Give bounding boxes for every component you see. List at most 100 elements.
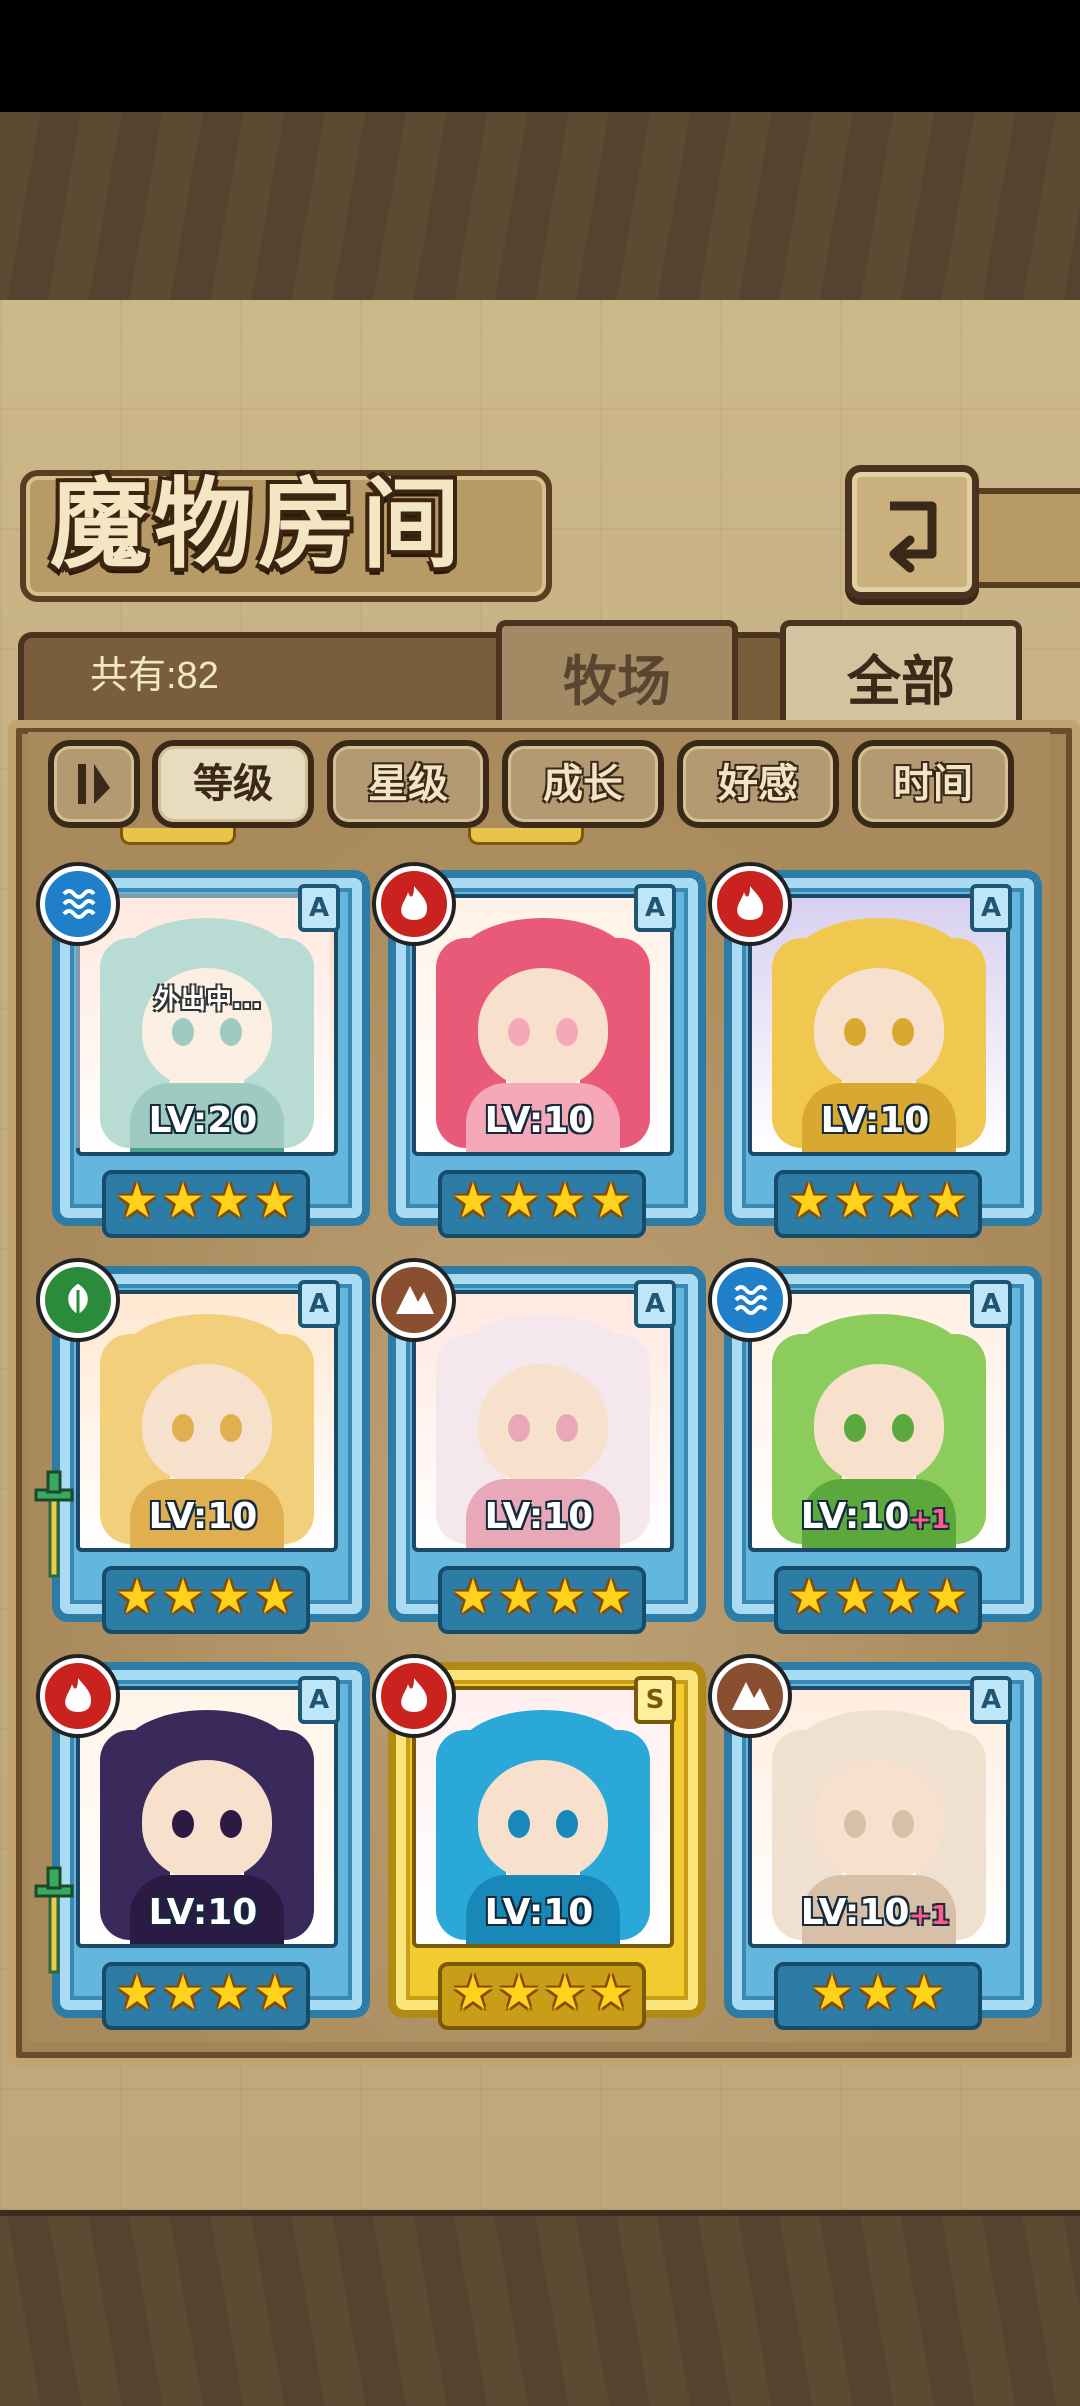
star-rating: ★ ★ ★ ★ — [102, 1566, 310, 1634]
star-icon: ★ — [451, 1173, 495, 1229]
star-icon: ★ — [451, 1569, 495, 1625]
previous-row-peek — [120, 828, 236, 845]
star-icon: ★ — [925, 1569, 969, 1625]
star-icon: ★ — [161, 1965, 205, 2021]
filter-star[interactable]: 星级 — [327, 740, 489, 828]
star-rating: ★ ★ ★ ★ — [438, 1170, 646, 1238]
star-icon: ★ — [543, 1965, 587, 2021]
water-element-icon — [40, 866, 116, 942]
level-bonus: +1 — [909, 1505, 950, 1535]
star-icon: ★ — [810, 1965, 854, 2021]
monster-level: LV:10 — [420, 1892, 658, 1933]
star-icon: ★ — [856, 1965, 900, 2021]
back-arrow-icon — [889, 501, 937, 573]
star-icon: ★ — [543, 1173, 587, 1229]
star-icon: ★ — [115, 1569, 159, 1625]
monster-card[interactable]: LV:10 S ★ ★ ★ ★ — [376, 1658, 706, 2040]
sword-icon — [34, 1466, 74, 1586]
star-icon: ★ — [589, 1173, 633, 1229]
fire-element-icon — [712, 866, 788, 942]
star-icon: ★ — [787, 1173, 831, 1229]
star-icon: ★ — [115, 1173, 159, 1229]
sword-icon — [34, 1862, 74, 1982]
status-bar — [0, 0, 1080, 112]
water-element-icon — [712, 1262, 788, 1338]
star-icon: ★ — [879, 1173, 923, 1229]
fire-element-icon — [40, 1658, 116, 1734]
star-icon: ★ — [115, 1965, 159, 2021]
back-button[interactable] — [845, 465, 979, 599]
star-icon: ★ — [902, 1965, 946, 2021]
monster-count: 共有:82 — [90, 655, 219, 697]
away-status: 外出中... — [154, 985, 262, 1015]
monster-card[interactable]: LV:10+1 A ★ ★ ★ ★ — [712, 1262, 1042, 1644]
monster-card[interactable]: LV:10+1 A ★ ★ ★ — [712, 1658, 1042, 2040]
earth-element-icon — [376, 1262, 452, 1338]
monster-level: LV:10+1 — [756, 1892, 994, 1933]
monster-card[interactable]: LV:10 A ★ ★ ★ ★ — [712, 866, 1042, 1248]
monster-card[interactable]: LV:10 A ★ ★ ★ ★ — [376, 866, 706, 1248]
level-value: LV:10 — [800, 1496, 910, 1537]
star-icon: ★ — [833, 1569, 877, 1625]
star-icon: ★ — [497, 1965, 541, 2021]
rank-badge: A — [970, 1280, 1012, 1328]
star-icon: ★ — [207, 1569, 251, 1625]
filter-growth[interactable]: 成长 — [502, 740, 664, 828]
level-value: LV:10 — [484, 1892, 594, 1933]
level-value: LV:10 — [148, 1892, 258, 1933]
monster-level: LV:10 — [84, 1496, 322, 1537]
filter-level[interactable]: 等级 — [152, 740, 314, 828]
star-rating: ★ ★ ★ ★ — [774, 1170, 982, 1238]
level-value: LV:10 — [484, 1496, 594, 1537]
monster-level: LV:10+1 — [756, 1496, 994, 1537]
rank-badge: A — [634, 884, 676, 932]
bottom-wood-border — [0, 2210, 1080, 2406]
star-icon: ★ — [207, 1965, 251, 2021]
star-rating: ★ ★ ★ ★ — [438, 1566, 646, 1634]
filter-time[interactable]: 时间 — [852, 740, 1014, 828]
level-value: LV:10 — [800, 1892, 910, 1933]
star-rating: ★ ★ ★ — [774, 1962, 982, 2030]
star-icon: ★ — [543, 1569, 587, 1625]
level-value: LV:10 — [484, 1100, 594, 1141]
rank-badge: A — [970, 884, 1012, 932]
earth-element-icon — [712, 1658, 788, 1734]
monster-level: LV:20 — [84, 1100, 322, 1141]
monster-card[interactable]: LV:10 A ★ ★ ★ ★ — [34, 1262, 370, 1644]
star-icon: ★ — [451, 1965, 495, 2021]
star-rating: ★ ★ ★ ★ — [438, 1962, 646, 2030]
level-value: LV:10 — [820, 1100, 930, 1141]
fire-element-icon — [376, 866, 452, 942]
monster-level: LV:10 — [756, 1100, 994, 1141]
monster-level: LV:10 — [420, 1100, 658, 1141]
monster-level: LV:10 — [84, 1892, 322, 1933]
sort-toggle-icon — [78, 764, 110, 804]
star-icon: ★ — [207, 1173, 251, 1229]
monster-card[interactable]: LV:10 A ★ ★ ★ ★ — [34, 1658, 370, 2040]
star-icon: ★ — [833, 1173, 877, 1229]
star-icon: ★ — [925, 1173, 969, 1229]
fire-element-icon — [376, 1658, 452, 1734]
star-icon: ★ — [879, 1569, 923, 1625]
star-icon: ★ — [497, 1173, 541, 1229]
rank-badge: S — [634, 1676, 676, 1724]
filter-affection[interactable]: 好感 — [677, 740, 839, 828]
monster-level: LV:10 — [420, 1496, 658, 1537]
tab-farm[interactable]: 牧场 — [496, 620, 738, 736]
star-icon: ★ — [497, 1569, 541, 1625]
star-rating: ★ ★ ★ ★ — [102, 1962, 310, 2030]
rank-badge: A — [298, 1280, 340, 1328]
rank-badge: A — [298, 884, 340, 932]
star-icon: ★ — [161, 1569, 205, 1625]
star-icon: ★ — [589, 1965, 633, 2021]
previous-row-peek — [468, 828, 584, 845]
level-bonus: +1 — [909, 1901, 950, 1931]
star-rating: ★ ★ ★ ★ — [102, 1170, 310, 1238]
rank-badge: A — [634, 1280, 676, 1328]
star-icon: ★ — [253, 1173, 297, 1229]
monster-card[interactable]: LV:20 A ★ ★ ★ ★ 外出中... — [40, 866, 370, 1248]
monster-card[interactable]: LV:10 A ★ ★ ★ ★ — [376, 1262, 706, 1644]
star-icon: ★ — [161, 1173, 205, 1229]
star-icon: ★ — [253, 1569, 297, 1625]
sort-order-button[interactable] — [48, 740, 140, 828]
